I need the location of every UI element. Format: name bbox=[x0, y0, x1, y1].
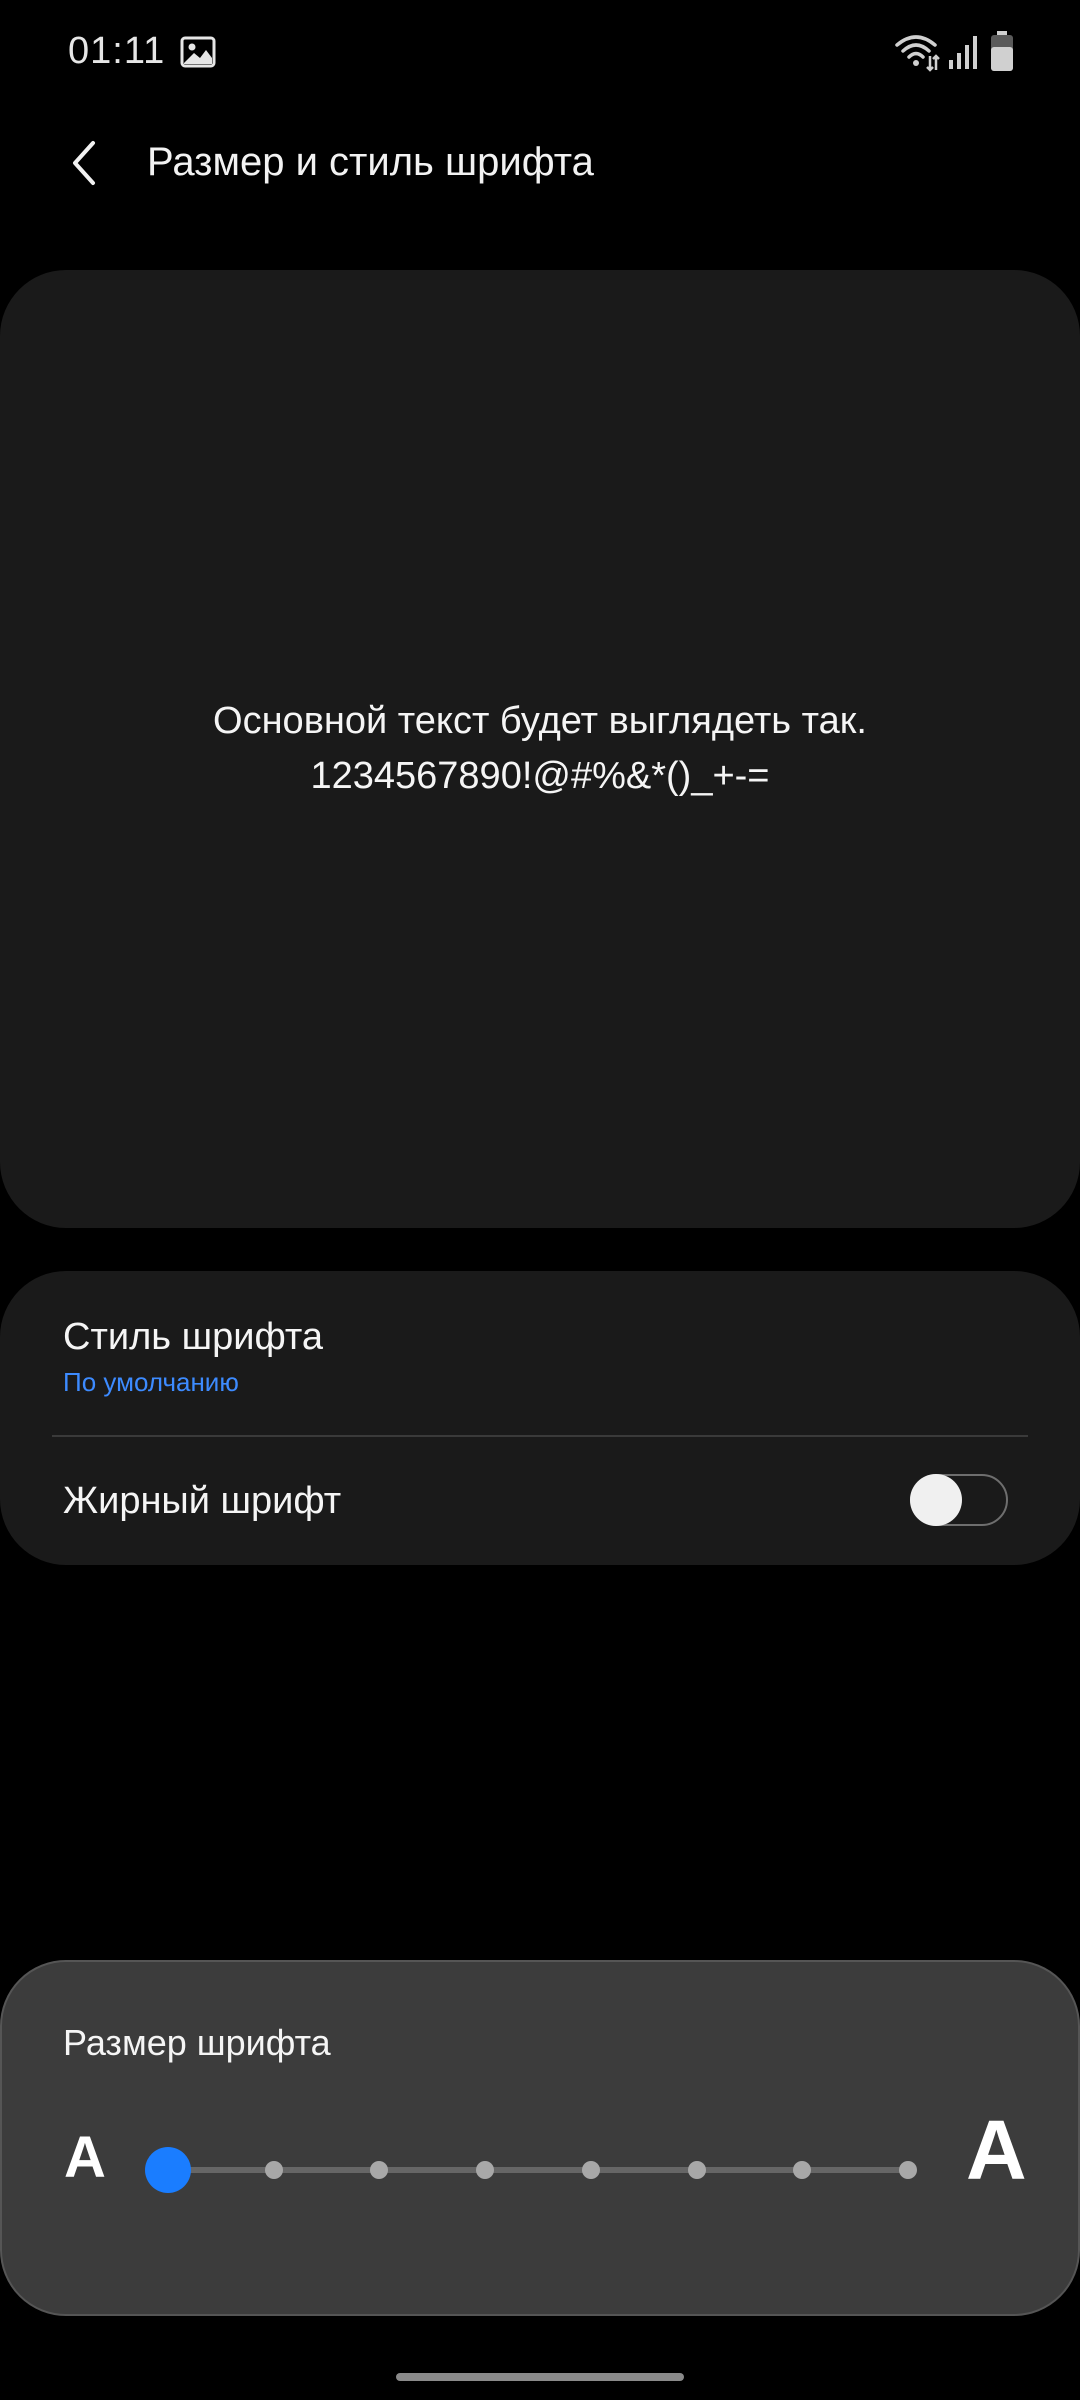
app-bar: Размер и стиль шрифта bbox=[0, 110, 1080, 220]
font-size-title: Размер шрифта bbox=[63, 2022, 331, 2063]
preview-line-text: Основной текст будет выглядеть так. bbox=[213, 700, 867, 742]
large-font-glyph[interactable]: A bbox=[966, 2102, 1027, 2199]
wifi-icon bbox=[894, 32, 940, 72]
signal-icon bbox=[948, 34, 980, 70]
chevron-left-icon bbox=[65, 139, 105, 192]
font-style-label: Стиль шрифта bbox=[63, 1316, 323, 1358]
slider-stop[interactable] bbox=[793, 2161, 812, 2179]
settings-card: Стиль шрифта По умолчанию Жирный шрифт bbox=[0, 1271, 1080, 1565]
small-font-glyph[interactable]: A bbox=[64, 2124, 106, 2191]
slider-thumb[interactable] bbox=[145, 2147, 191, 2193]
bold-font-toggle[interactable] bbox=[910, 1474, 1008, 1526]
toggle-thumb bbox=[910, 1474, 962, 1526]
back-button[interactable] bbox=[52, 132, 118, 198]
font-style-value: По умолчанию bbox=[63, 1367, 239, 1397]
page-title: Размер и стиль шрифта bbox=[147, 140, 594, 184]
font-style-row[interactable]: Стиль шрифта По умолчанию bbox=[0, 1271, 1080, 1436]
preview-text: Основной текст будет выглядеть так. 1234… bbox=[213, 694, 867, 804]
slider-stop[interactable] bbox=[687, 2161, 706, 2179]
status-bar: 01:11 bbox=[0, 0, 1080, 110]
slider-stop[interactable] bbox=[899, 2161, 917, 2179]
bold-font-label: Жирный шрифт bbox=[63, 1480, 342, 1522]
slider-stop[interactable] bbox=[476, 2161, 495, 2179]
slider-stop[interactable] bbox=[581, 2161, 600, 2179]
preview-line-symbols: 1234567890!@#%&*()_+-= bbox=[310, 755, 770, 797]
bold-font-row[interactable]: Жирный шрифт bbox=[0, 1437, 1080, 1565]
font-preview-card: Основной текст будет выглядеть так. 1234… bbox=[0, 270, 1080, 1228]
battery-icon bbox=[990, 30, 1014, 72]
font-size-panel: Размер шрифта A A bbox=[0, 1960, 1080, 2316]
home-indicator[interactable] bbox=[396, 2373, 684, 2381]
slider-stop[interactable] bbox=[370, 2161, 389, 2179]
gallery-icon bbox=[180, 36, 216, 68]
slider-stop[interactable] bbox=[264, 2161, 283, 2179]
font-size-slider[interactable] bbox=[145, 2140, 924, 2200]
status-time: 01:11 bbox=[68, 30, 166, 72]
